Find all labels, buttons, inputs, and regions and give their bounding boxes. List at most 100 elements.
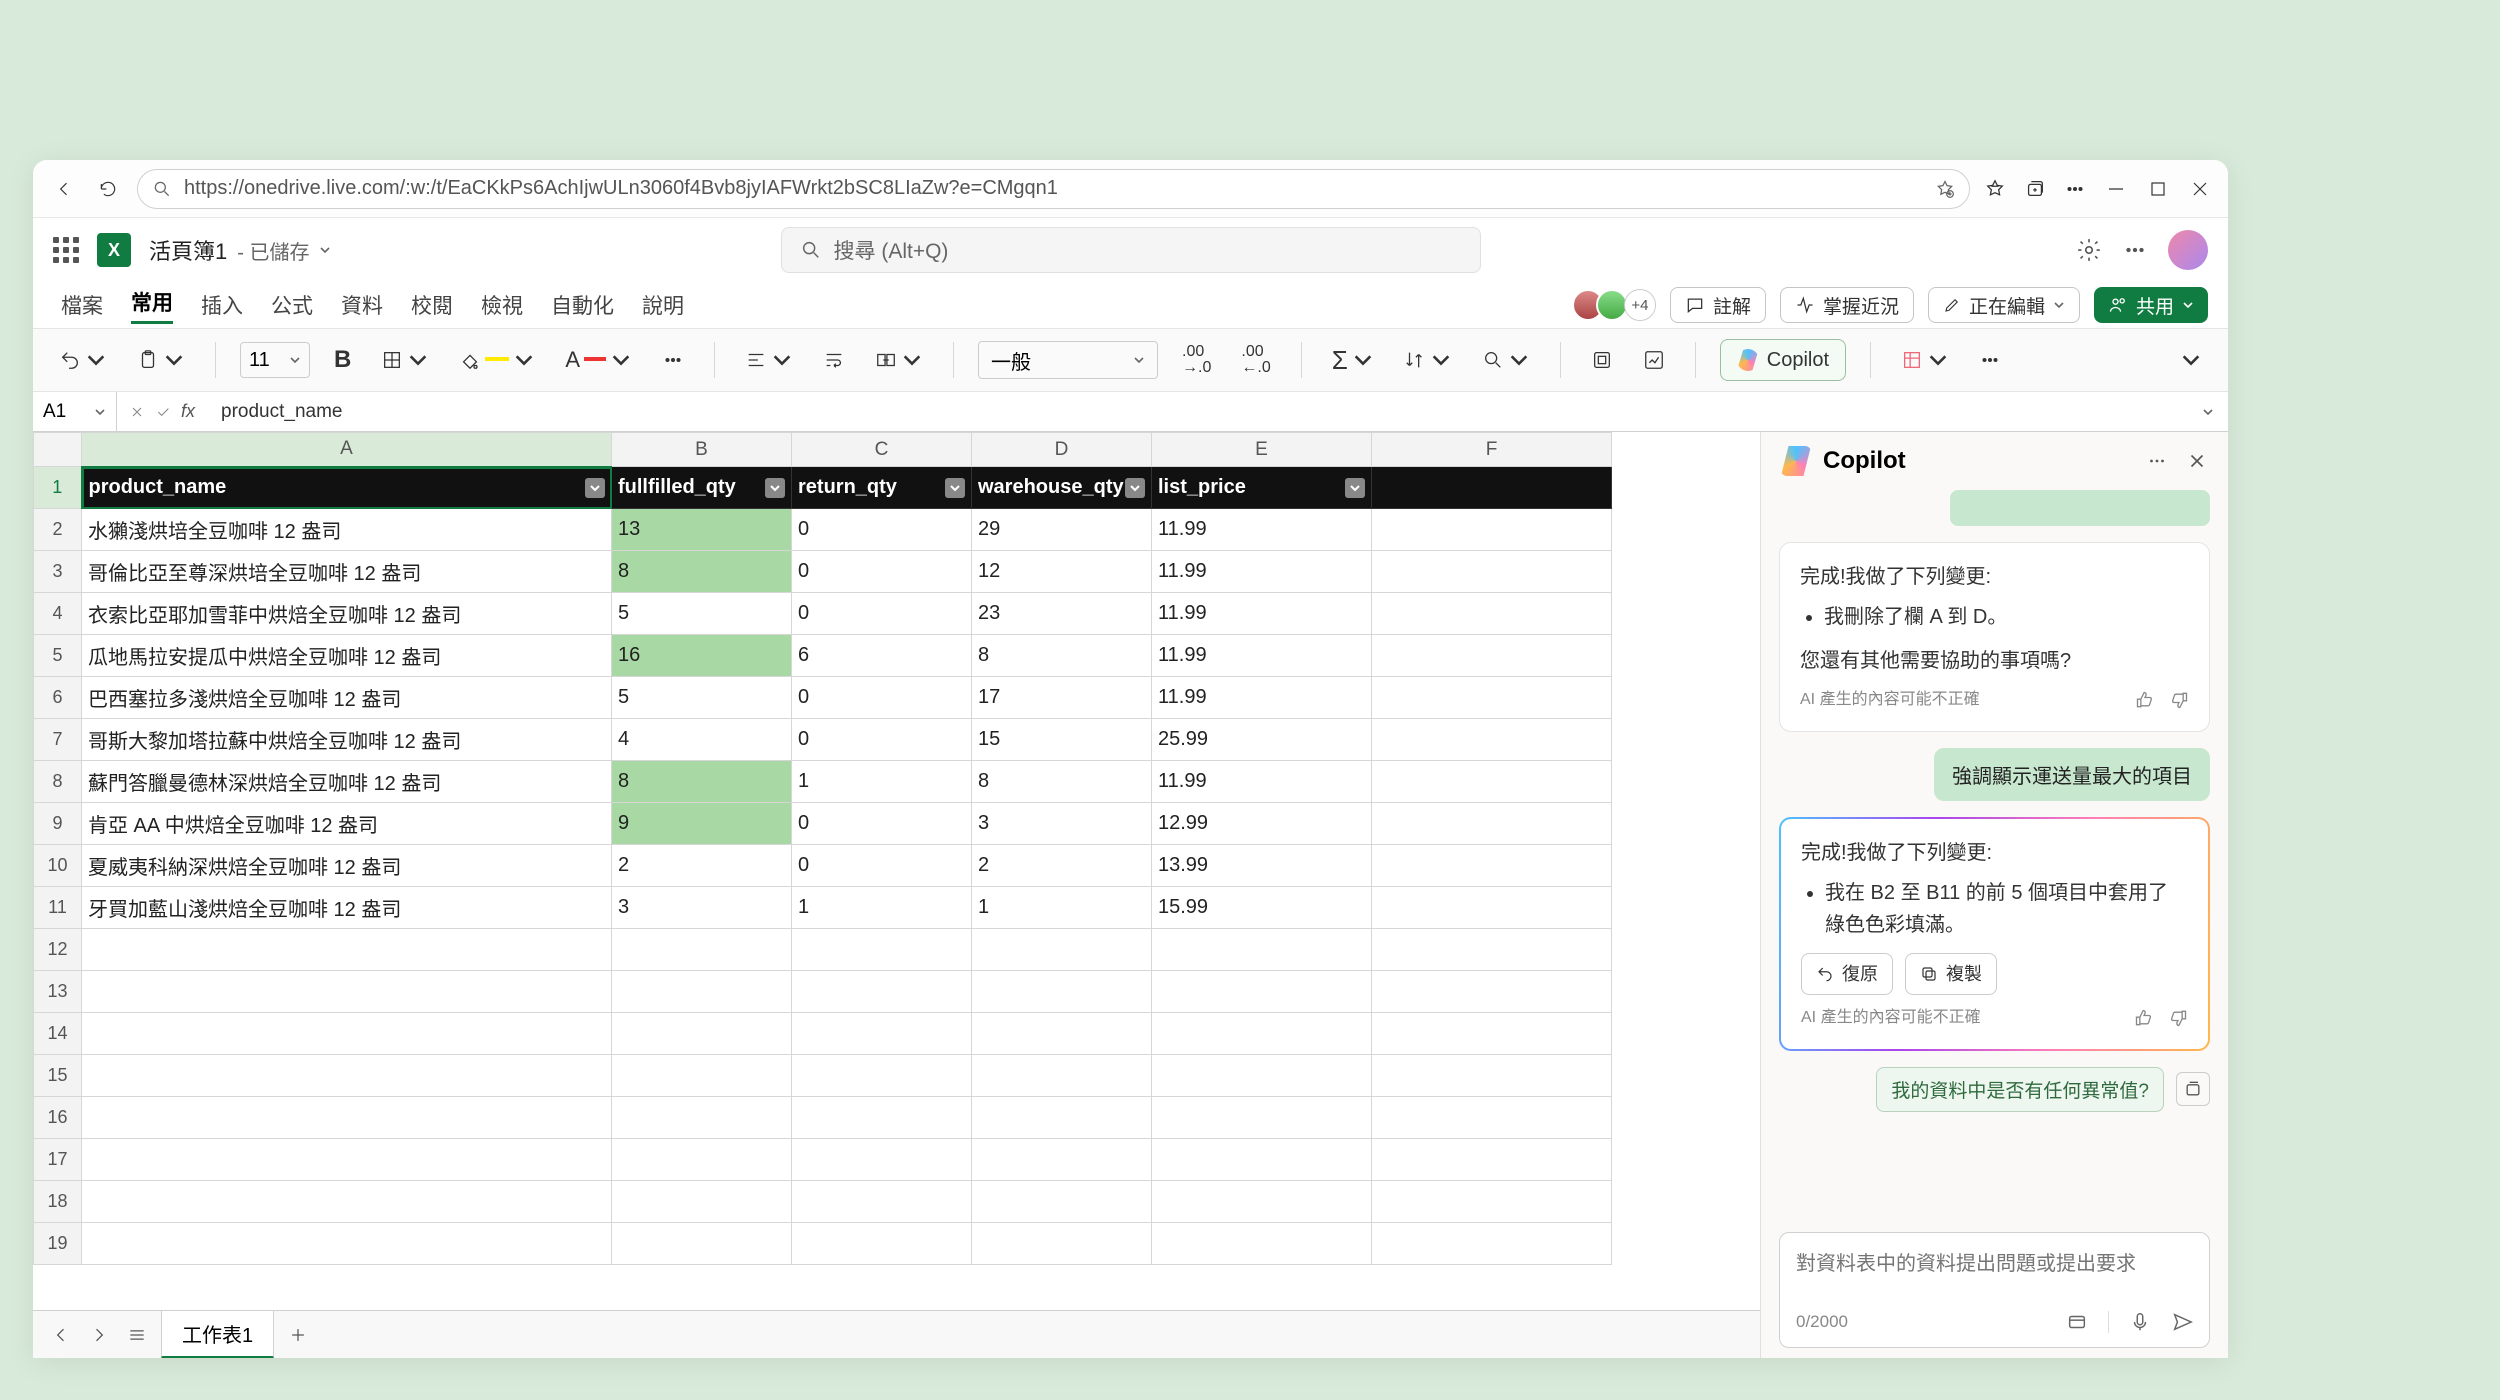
row-header[interactable]: 17 (34, 1139, 82, 1181)
wrap-text-button[interactable] (817, 340, 851, 380)
header-cell[interactable] (1372, 467, 1612, 509)
cell[interactable] (1372, 1139, 1612, 1181)
cell[interactable] (1152, 1181, 1372, 1223)
tab-檔案[interactable]: 檔案 (61, 290, 103, 320)
name-box[interactable]: A1 (33, 392, 117, 431)
tab-檢視[interactable]: 檢視 (481, 290, 523, 320)
column-header[interactable]: B (612, 433, 792, 467)
row-header[interactable]: 4 (34, 593, 82, 635)
cell[interactable]: 哥斯大黎加塔拉蘇中烘焙全豆咖啡 12 盎司 (82, 719, 612, 761)
send-icon[interactable] (2171, 1311, 2193, 1333)
filter-icon[interactable] (585, 478, 605, 498)
analyze-data-button[interactable] (1637, 340, 1671, 380)
row-header[interactable]: 14 (34, 1013, 82, 1055)
row-header[interactable]: 11 (34, 887, 82, 929)
cancel-icon[interactable] (129, 404, 145, 420)
cell[interactable] (82, 1139, 612, 1181)
app-launcher-icon[interactable] (53, 237, 79, 263)
cell[interactable]: 夏威夷科納深烘焙全豆咖啡 12 盎司 (82, 845, 612, 887)
filter-icon[interactable] (1345, 478, 1365, 498)
cell[interactable]: 1 (792, 887, 972, 929)
row-header[interactable]: 2 (34, 509, 82, 551)
header-cell[interactable]: return_qty (792, 467, 972, 509)
cell[interactable] (792, 1223, 972, 1265)
thumbs-up-icon[interactable] (2134, 1008, 2154, 1028)
document-title[interactable]: 活頁簿1 - 已儲存 (149, 234, 331, 266)
cell[interactable] (612, 929, 792, 971)
cell[interactable] (1372, 761, 1612, 803)
cell[interactable]: 15 (972, 719, 1152, 761)
sheet-next-button[interactable] (85, 1321, 113, 1349)
maximize-icon[interactable] (2146, 177, 2170, 201)
refresh-button[interactable] (93, 174, 123, 204)
cell[interactable] (792, 1181, 972, 1223)
cell[interactable]: 11.99 (1152, 677, 1372, 719)
close-icon[interactable] (2186, 450, 2208, 472)
row-header[interactable]: 12 (34, 929, 82, 971)
cell[interactable]: 0 (792, 551, 972, 593)
cell[interactable] (82, 929, 612, 971)
cell[interactable]: 11.99 (1152, 551, 1372, 593)
cell[interactable]: 巴西塞拉多淺烘焙全豆咖啡 12 盎司 (82, 677, 612, 719)
tab-說明[interactable]: 說明 (642, 290, 684, 320)
cell[interactable] (82, 1223, 612, 1265)
cell[interactable]: 13.99 (1152, 845, 1372, 887)
cell[interactable] (1372, 593, 1612, 635)
suggestion-cycle-button[interactable] (2176, 1072, 2210, 1106)
cell[interactable]: 12.99 (1152, 803, 1372, 845)
tab-插入[interactable]: 插入 (201, 290, 243, 320)
address-bar[interactable] (137, 169, 1970, 209)
sheet-tab[interactable]: 工作表1 (161, 1310, 274, 1358)
cell[interactable] (972, 1139, 1152, 1181)
cell[interactable] (82, 1013, 612, 1055)
cell[interactable] (1372, 845, 1612, 887)
more-font-icon[interactable] (656, 340, 690, 380)
expand-formula-button[interactable] (2188, 406, 2228, 418)
undo-button[interactable] (53, 340, 113, 380)
cell[interactable]: 4 (612, 719, 792, 761)
cell[interactable]: 水獺淺烘培全豆咖啡 12 盎司 (82, 509, 612, 551)
cell[interactable] (1372, 719, 1612, 761)
header-cell[interactable]: product_name (82, 467, 612, 509)
font-size-select[interactable]: 11 (240, 342, 310, 378)
paste-button[interactable] (131, 340, 191, 380)
cell[interactable]: 3 (972, 803, 1152, 845)
cell[interactable] (1152, 929, 1372, 971)
merge-button[interactable] (869, 340, 929, 380)
user-avatar[interactable] (2168, 230, 2208, 270)
autosum-button[interactable]: Σ (1326, 340, 1380, 380)
cell[interactable]: 8 (612, 761, 792, 803)
filter-icon[interactable] (1125, 478, 1145, 498)
cell[interactable]: 8 (612, 551, 792, 593)
row-header[interactable]: 8 (34, 761, 82, 803)
cell[interactable]: 17 (972, 677, 1152, 719)
all-sheets-button[interactable] (123, 1321, 151, 1349)
undo-action-button[interactable]: 復原 (1801, 953, 1893, 996)
increase-decimal-button[interactable]: .00→.0 (1176, 340, 1217, 380)
catchup-button[interactable]: 掌握近況 (1780, 287, 1914, 323)
format-table-button[interactable] (1895, 340, 1955, 380)
header-cell[interactable]: fullfilled_qty (612, 467, 792, 509)
font-color-button[interactable]: A (559, 340, 638, 380)
back-button[interactable] (49, 174, 79, 204)
filter-icon[interactable] (765, 478, 785, 498)
row-header[interactable]: 6 (34, 677, 82, 719)
row-header[interactable]: 10 (34, 845, 82, 887)
confirm-icon[interactable] (155, 404, 171, 420)
cell[interactable] (972, 929, 1152, 971)
row-header[interactable]: 9 (34, 803, 82, 845)
share-button[interactable]: 共用 (2094, 287, 2208, 323)
find-button[interactable] (1476, 340, 1536, 380)
editing-mode-button[interactable]: 正在編輯 (1928, 287, 2080, 323)
cell[interactable] (1372, 635, 1612, 677)
cell[interactable] (82, 1055, 612, 1097)
cell[interactable] (972, 1055, 1152, 1097)
cell[interactable] (82, 1181, 612, 1223)
row-header[interactable]: 3 (34, 551, 82, 593)
cell[interactable] (82, 1097, 612, 1139)
minimize-icon[interactable] (2104, 177, 2128, 201)
settings-icon[interactable] (2076, 237, 2102, 263)
copilot-textarea[interactable] (1796, 1247, 2193, 1295)
cell[interactable] (1372, 1223, 1612, 1265)
cell[interactable]: 6 (792, 635, 972, 677)
